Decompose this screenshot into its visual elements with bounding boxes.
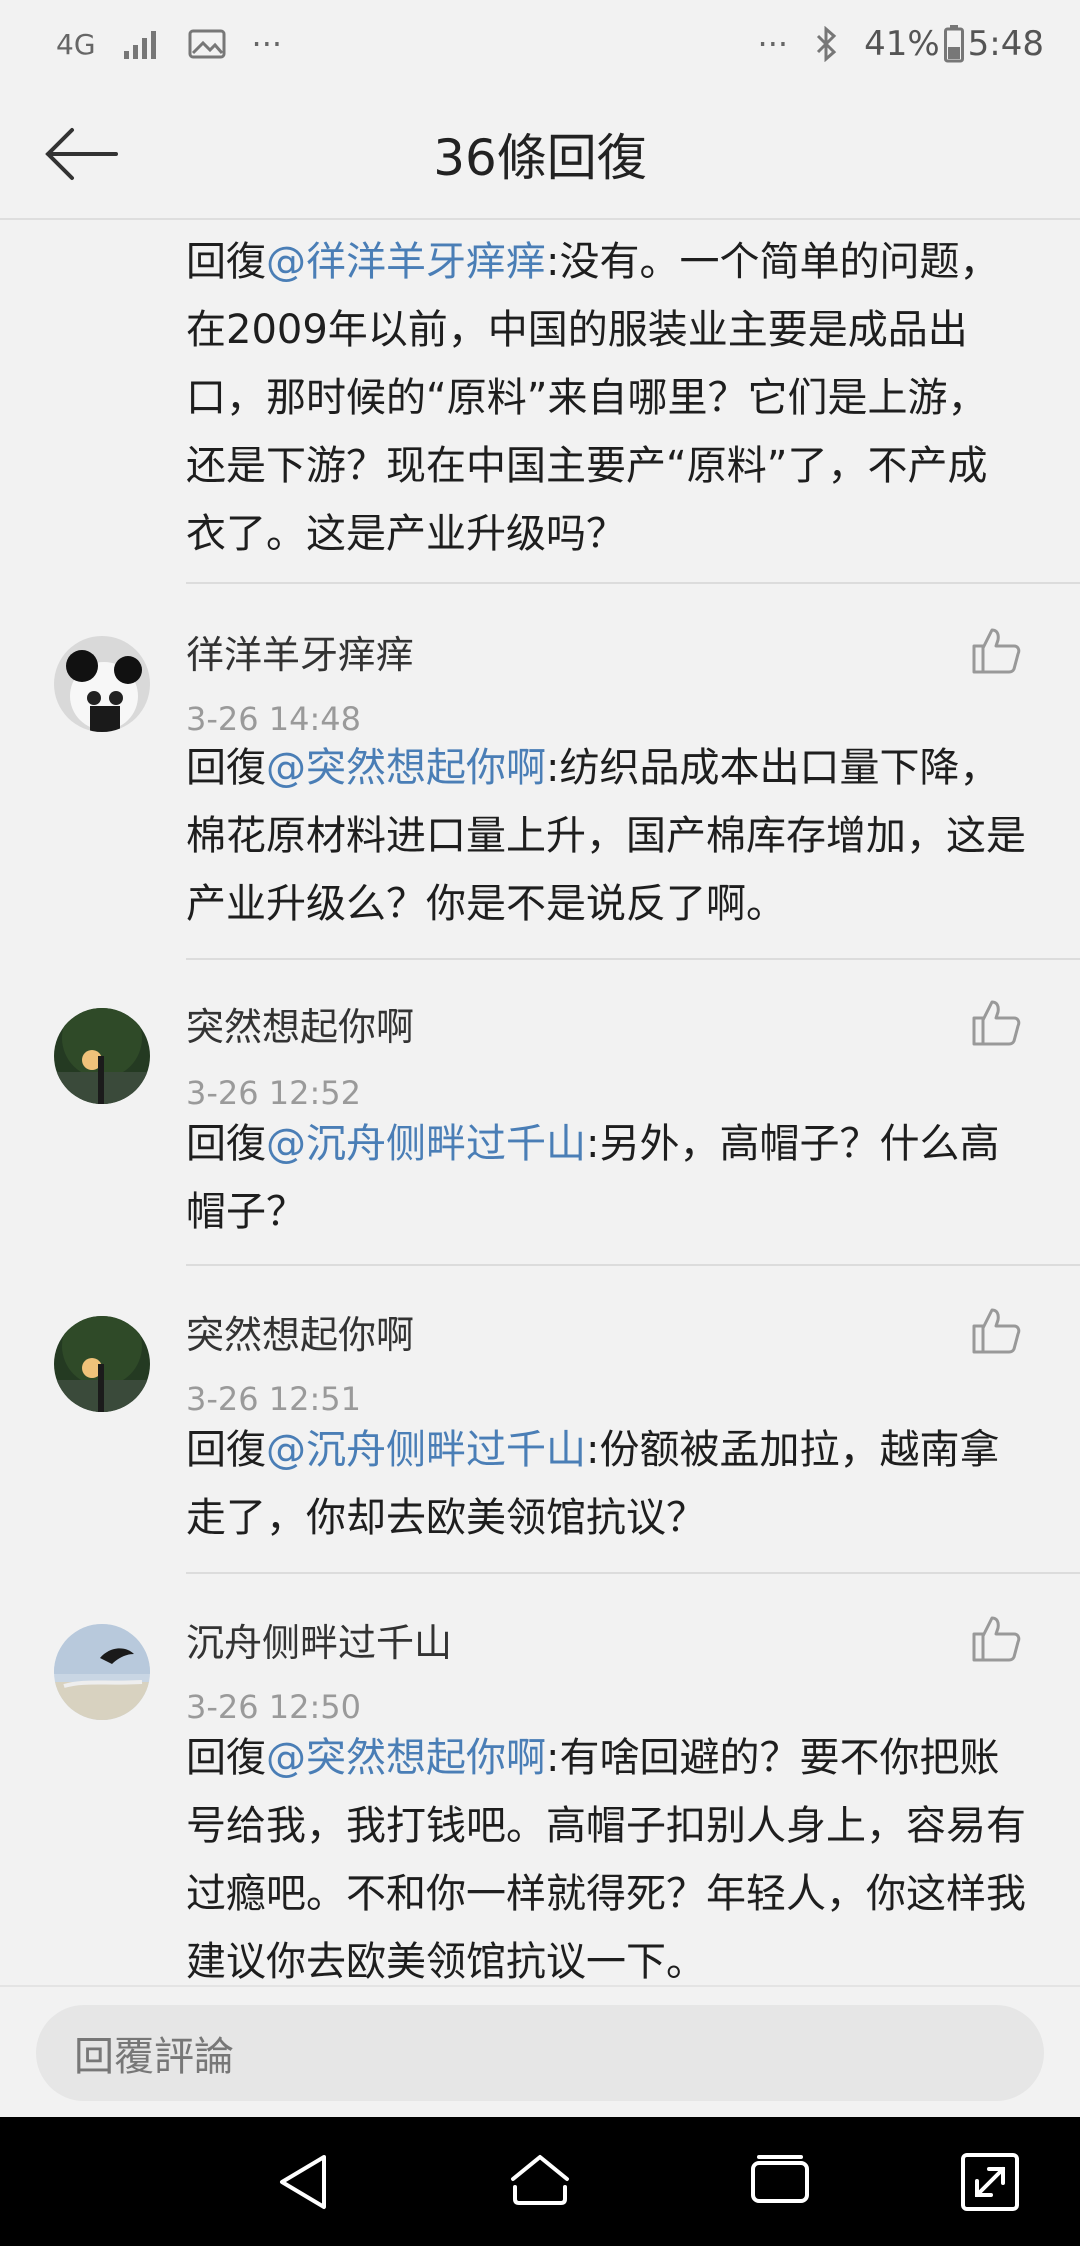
reply-text: 回復@徉洋羊牙痒痒:没有。一个简单的问题，在2009年以前，中国的服装业主要是成… (186, 239, 1000, 557)
battery-icon (943, 25, 964, 63)
mention-link[interactable]: @徉洋羊牙痒痒 (266, 239, 546, 285)
comment-author[interactable]: 突然想起你啊 (186, 996, 414, 1051)
dolphin-sea-avatar-icon (54, 1624, 150, 1720)
comment-text: 回復@沉舟侧畔过千山:另外，高帽子？什么高帽子？ (186, 1121, 1000, 1235)
overflow-left-icon: ··· (251, 25, 283, 63)
comment-text: 回復@沉舟侧畔过千山:份额被孟加拉，越南拿走了，你却去欧美领馆抗议？ (186, 1427, 1000, 1541)
comment-item: 徉洋羊牙痒痒 3-26 14:48 回復@突然想起你啊:纺织品成本出口量下降，棉… (0, 584, 1080, 958)
sunset-tree-avatar-icon (54, 1316, 150, 1412)
mention-link[interactable]: @突然想起你啊 (266, 745, 546, 791)
clock: 5:48 (967, 24, 1044, 64)
comment-time: 3-26 12:51 (186, 1380, 362, 1418)
recent-apps-icon[interactable] (745, 2147, 815, 2217)
comment-author[interactable]: 徉洋羊牙痒痒 (186, 624, 414, 679)
comment-list[interactable]: 回復@徉洋羊牙痒痒:没有。一个简单的问题，在2009年以前，中国的服装业主要是成… (0, 220, 1080, 1985)
expand-icon[interactable] (955, 2147, 1025, 2217)
thumbs-up-icon[interactable] (970, 1304, 1022, 1356)
comment-item: 沉舟侧畔过千山 3-26 12:50 回復@突然想起你啊:有啥回避的？要不你把账… (0, 1574, 1080, 1985)
status-bar: 4G ··· ··· 41% 5:48 (0, 0, 1080, 88)
avatar[interactable] (54, 1624, 150, 1720)
overflow-right-icon: ··· (757, 25, 789, 63)
thumbs-up-icon[interactable] (970, 996, 1022, 1048)
navigation-bar (0, 2117, 1080, 2246)
thumbs-up-icon[interactable] (970, 624, 1022, 676)
comment-author[interactable]: 突然想起你啊 (186, 1304, 414, 1359)
comment-author[interactable]: 沉舟侧畔过千山 (186, 1612, 452, 1667)
comment-time: 3-26 12:52 (186, 1074, 362, 1112)
comment-item: 突然想起你啊 3-26 12:51 回復@沉舟侧畔过千山:份额被孟加拉，越南拿走… (0, 1266, 1080, 1572)
page-title: 36條回復 (433, 129, 647, 187)
signal-icon (123, 31, 156, 59)
comment-time: 3-26 14:48 (186, 700, 362, 738)
back-nav-icon[interactable] (270, 2147, 340, 2217)
thumbs-up-icon[interactable] (970, 1612, 1022, 1664)
panda-avatar-icon (54, 636, 150, 732)
comment-item: 突然想起你啊 3-26 12:52 回復@沉舟侧畔过千山:另外，高帽子？什么高帽… (0, 960, 1080, 1264)
sunset-tree-avatar-icon (54, 1008, 150, 1104)
comment-text: 回復@突然想起你啊:纺织品成本出口量下降，棉花原材料进口量上升，国产棉库存增加，… (186, 745, 1026, 927)
home-nav-icon[interactable] (505, 2147, 575, 2217)
avatar[interactable] (54, 1316, 150, 1412)
mention-link[interactable]: @突然想起你啊 (266, 1735, 546, 1781)
mention-link[interactable]: @沉舟侧畔过千山 (266, 1427, 586, 1473)
reply-input[interactable]: 回覆評論 (36, 2005, 1044, 2101)
comment-time: 3-26 12:50 (186, 1688, 362, 1726)
header: 36條回復 (0, 88, 1080, 220)
battery-percent: 41% (864, 24, 940, 64)
mention-link[interactable]: @沉舟侧畔过千山 (266, 1121, 586, 1167)
comment-text: 回復@突然想起你啊:有啥回避的？要不你把账号给我，我打钱吧。高帽子扣别人身上，容… (186, 1735, 1026, 1985)
network-4g-icon: 4G (56, 27, 96, 61)
avatar[interactable] (54, 636, 150, 732)
image-icon (188, 29, 226, 59)
reply-bar: 回覆評論 (0, 1985, 1080, 2119)
bluetooth-icon (817, 26, 837, 62)
avatar[interactable] (54, 1008, 150, 1104)
